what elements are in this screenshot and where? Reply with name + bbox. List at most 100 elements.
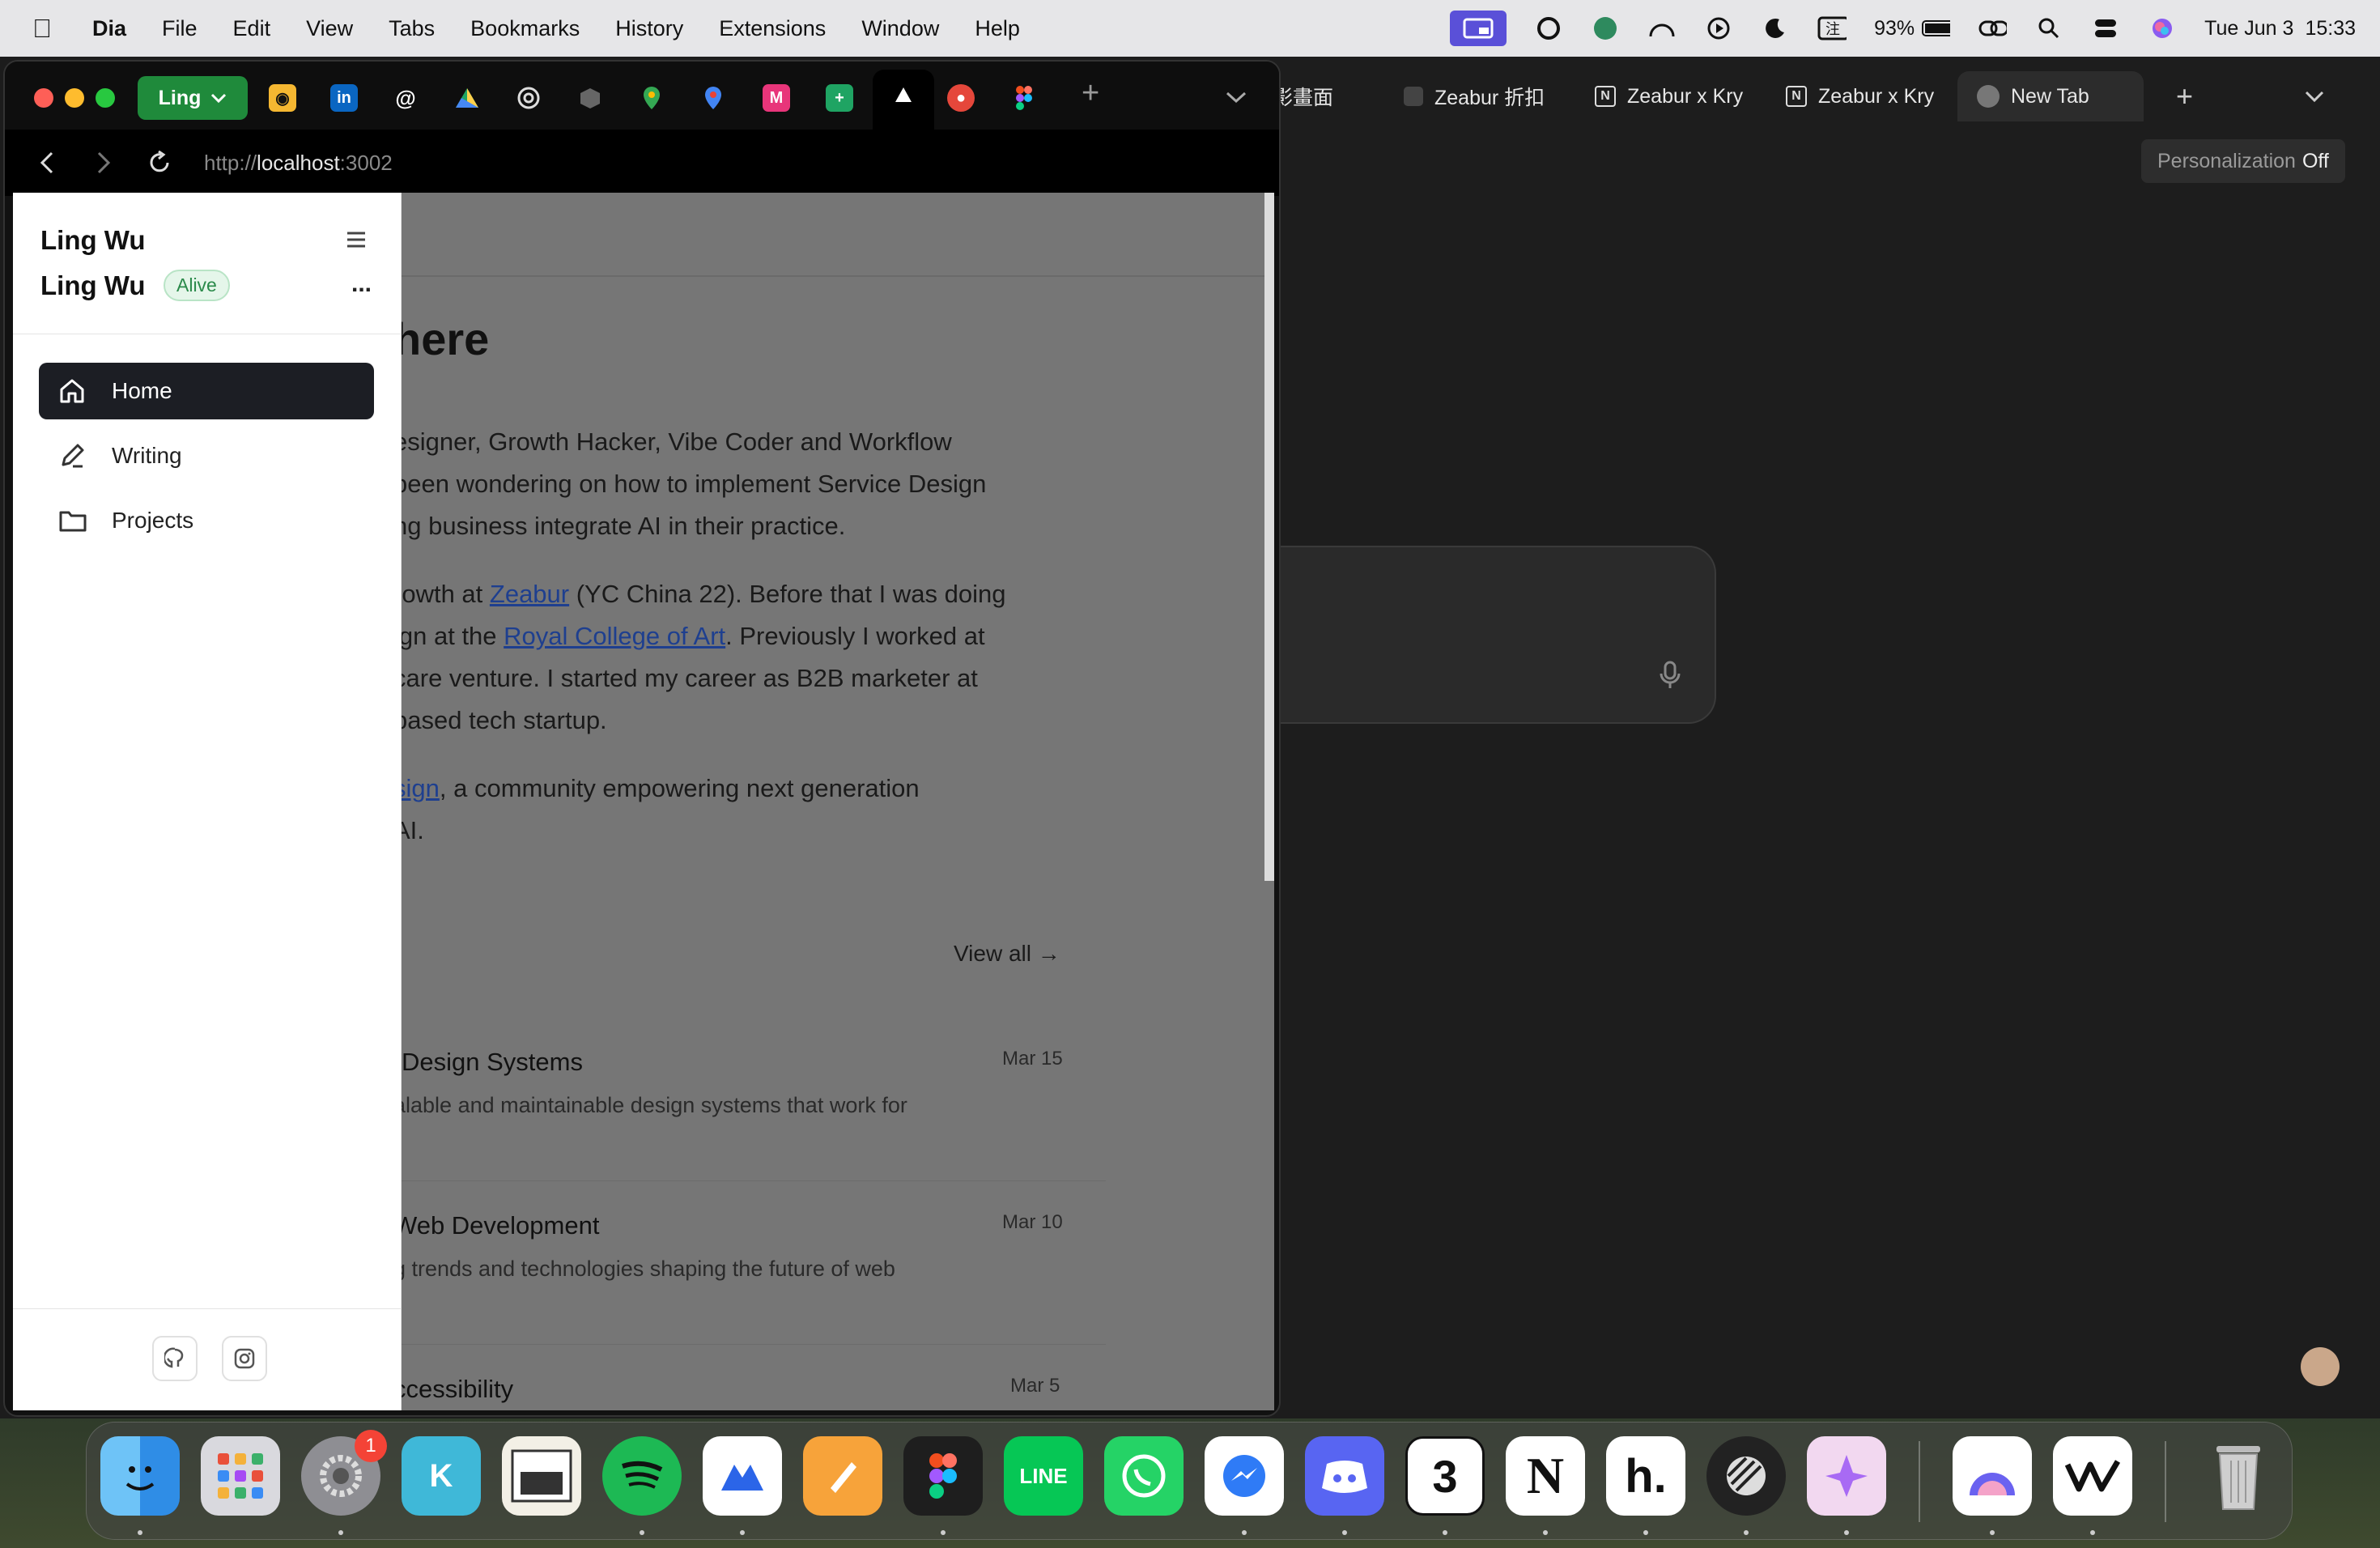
background-tab[interactable]: 影畫面 [1263, 71, 1384, 121]
background-tab[interactable]: N Zeabur x Kry [1766, 71, 1957, 121]
battery-icon[interactable] [1921, 16, 1951, 40]
finder-icon[interactable] [100, 1436, 180, 1516]
post-title[interactable]: Design Systems [402, 1048, 583, 1077]
new-tab-button[interactable]: + [1082, 76, 1099, 111]
menu-history[interactable]: History [615, 16, 683, 41]
avatar[interactable] [2301, 1347, 2340, 1386]
notion-icon: N [1786, 86, 1807, 107]
profile-label: Ling [158, 86, 202, 109]
wordly-icon[interactable] [2053, 1436, 2132, 1516]
messenger-icon[interactable] [1205, 1436, 1284, 1516]
notion-ai-tab-icon[interactable]: ◉ [269, 84, 296, 112]
screen-share-icon[interactable] [1450, 11, 1507, 46]
personalization-value: Off [2301, 149, 2329, 172]
chevron-down-icon[interactable] [2305, 85, 2324, 108]
openai-tab-icon[interactable] [515, 84, 542, 112]
rca-link[interactable]: Royal College of Art [504, 622, 725, 650]
post-title[interactable]: Web Development [393, 1211, 599, 1240]
menu-edit[interactable]: Edit [233, 16, 271, 41]
running-indicator [338, 1530, 343, 1535]
url-field[interactable]: http://localhost:3002 [204, 151, 393, 176]
whatsapp-icon[interactable] [1104, 1436, 1184, 1516]
linkedin-tab-icon[interactable]: in [330, 84, 358, 112]
m-app-tab-icon[interactable]: M [763, 84, 790, 112]
trash-icon[interactable] [2199, 1436, 2278, 1516]
menu-file[interactable]: File [162, 16, 198, 41]
launchpad-icon[interactable] [201, 1436, 280, 1516]
background-tab[interactable]: N Zeabur x Kry [1575, 71, 1766, 121]
zoom-window-button[interactable] [96, 88, 115, 108]
gauge-icon[interactable] [1647, 16, 1677, 40]
discord-icon[interactable] [1305, 1436, 1384, 1516]
microphone-icon[interactable] [1660, 661, 1681, 694]
menu-icon[interactable] [345, 230, 368, 249]
line-icon[interactable]: LINE [1004, 1436, 1083, 1516]
preview-icon[interactable] [502, 1436, 581, 1516]
app-menu[interactable]: Dia [92, 16, 126, 41]
more-options-button[interactable]: ... [351, 270, 372, 298]
active-tab[interactable] [873, 70, 934, 130]
sidebar-item-projects[interactable]: Projects [39, 492, 374, 549]
cube-tab-icon[interactable] [576, 84, 604, 112]
google-maps-tab-icon[interactable] [699, 84, 727, 112]
spotify-icon[interactable] [602, 1436, 682, 1516]
google-drive-tab-icon[interactable] [453, 84, 481, 112]
menu-extensions[interactable]: Extensions [719, 16, 826, 41]
mela-icon[interactable] [703, 1436, 782, 1516]
background-tab-active[interactable]: New Tab [1957, 71, 2144, 121]
play-icon[interactable] [1704, 16, 1733, 40]
menu-window[interactable]: Window [861, 16, 939, 41]
google-maps-tab-icon[interactable] [638, 84, 665, 112]
notion-icon: N [1595, 86, 1616, 107]
sidebar-item-home[interactable]: Home [39, 363, 374, 419]
red-app-tab-icon[interactable]: ● [947, 84, 975, 112]
apple-menu-icon[interactable]:  [32, 14, 52, 44]
link-icon[interactable] [1978, 16, 2008, 40]
menu-view[interactable]: View [306, 16, 353, 41]
personalization-toggle[interactable]: Personalization Off [2141, 139, 2345, 183]
sheets-tab-icon[interactable]: + [826, 84, 853, 112]
input-method-icon[interactable]: 注 [1817, 16, 1847, 40]
moon-icon[interactable] [1761, 16, 1790, 40]
reload-icon[interactable] [147, 151, 172, 175]
page-heading: here [393, 313, 490, 364]
back-icon[interactable] [39, 151, 55, 175]
github-icon[interactable] [152, 1336, 198, 1381]
control-center-icon[interactable] [2091, 16, 2120, 40]
notion-icon[interactable]: N [1506, 1436, 1585, 1516]
prompt-input[interactable] [1263, 546, 1716, 724]
profile-switcher[interactable]: Ling [138, 76, 248, 120]
siri-icon[interactable] [2148, 16, 2177, 40]
linear-icon[interactable] [1706, 1436, 1786, 1516]
figma-tab-icon[interactable] [1010, 84, 1038, 112]
scrollbar[interactable] [1264, 193, 1274, 881]
menu-tabs[interactable]: Tabs [389, 16, 435, 41]
forward-icon[interactable] [96, 151, 112, 175]
post-title[interactable]: ccessibility [393, 1375, 513, 1404]
pages-icon[interactable] [803, 1436, 882, 1516]
hey-icon[interactable]: h. [1606, 1436, 1685, 1516]
zeabur-link[interactable]: Zeabur [490, 580, 569, 608]
chevron-down-icon[interactable] [1226, 91, 1247, 104]
menu-help[interactable]: Help [975, 16, 1020, 41]
spark-icon[interactable] [1807, 1436, 1886, 1516]
calendar-icon[interactable]: 3 [1405, 1436, 1485, 1516]
folder-icon [58, 508, 91, 534]
threads-tab-icon[interactable]: @ [392, 84, 419, 112]
menu-bookmarks[interactable]: Bookmarks [470, 16, 580, 41]
minimize-window-button[interactable] [65, 88, 84, 108]
sidebar-item-label: Home [112, 378, 172, 403]
search-icon[interactable] [2034, 16, 2063, 40]
dia-icon[interactable] [1953, 1436, 2032, 1516]
new-tab-button[interactable]: + [2176, 79, 2193, 113]
green-app-icon[interactable] [1591, 16, 1620, 40]
figma-icon[interactable] [903, 1436, 983, 1516]
klokki-icon[interactable]: K [402, 1436, 481, 1516]
close-window-button[interactable] [34, 88, 53, 108]
view-all-link[interactable]: View all → [954, 941, 1060, 967]
creative-cloud-icon[interactable] [1534, 16, 1563, 40]
sidebar-item-writing[interactable]: Writing [39, 427, 374, 484]
dock-separator [2165, 1441, 2166, 1522]
instagram-icon[interactable] [222, 1336, 267, 1381]
background-tab[interactable]: Zeabur 折扣 [1384, 71, 1575, 121]
